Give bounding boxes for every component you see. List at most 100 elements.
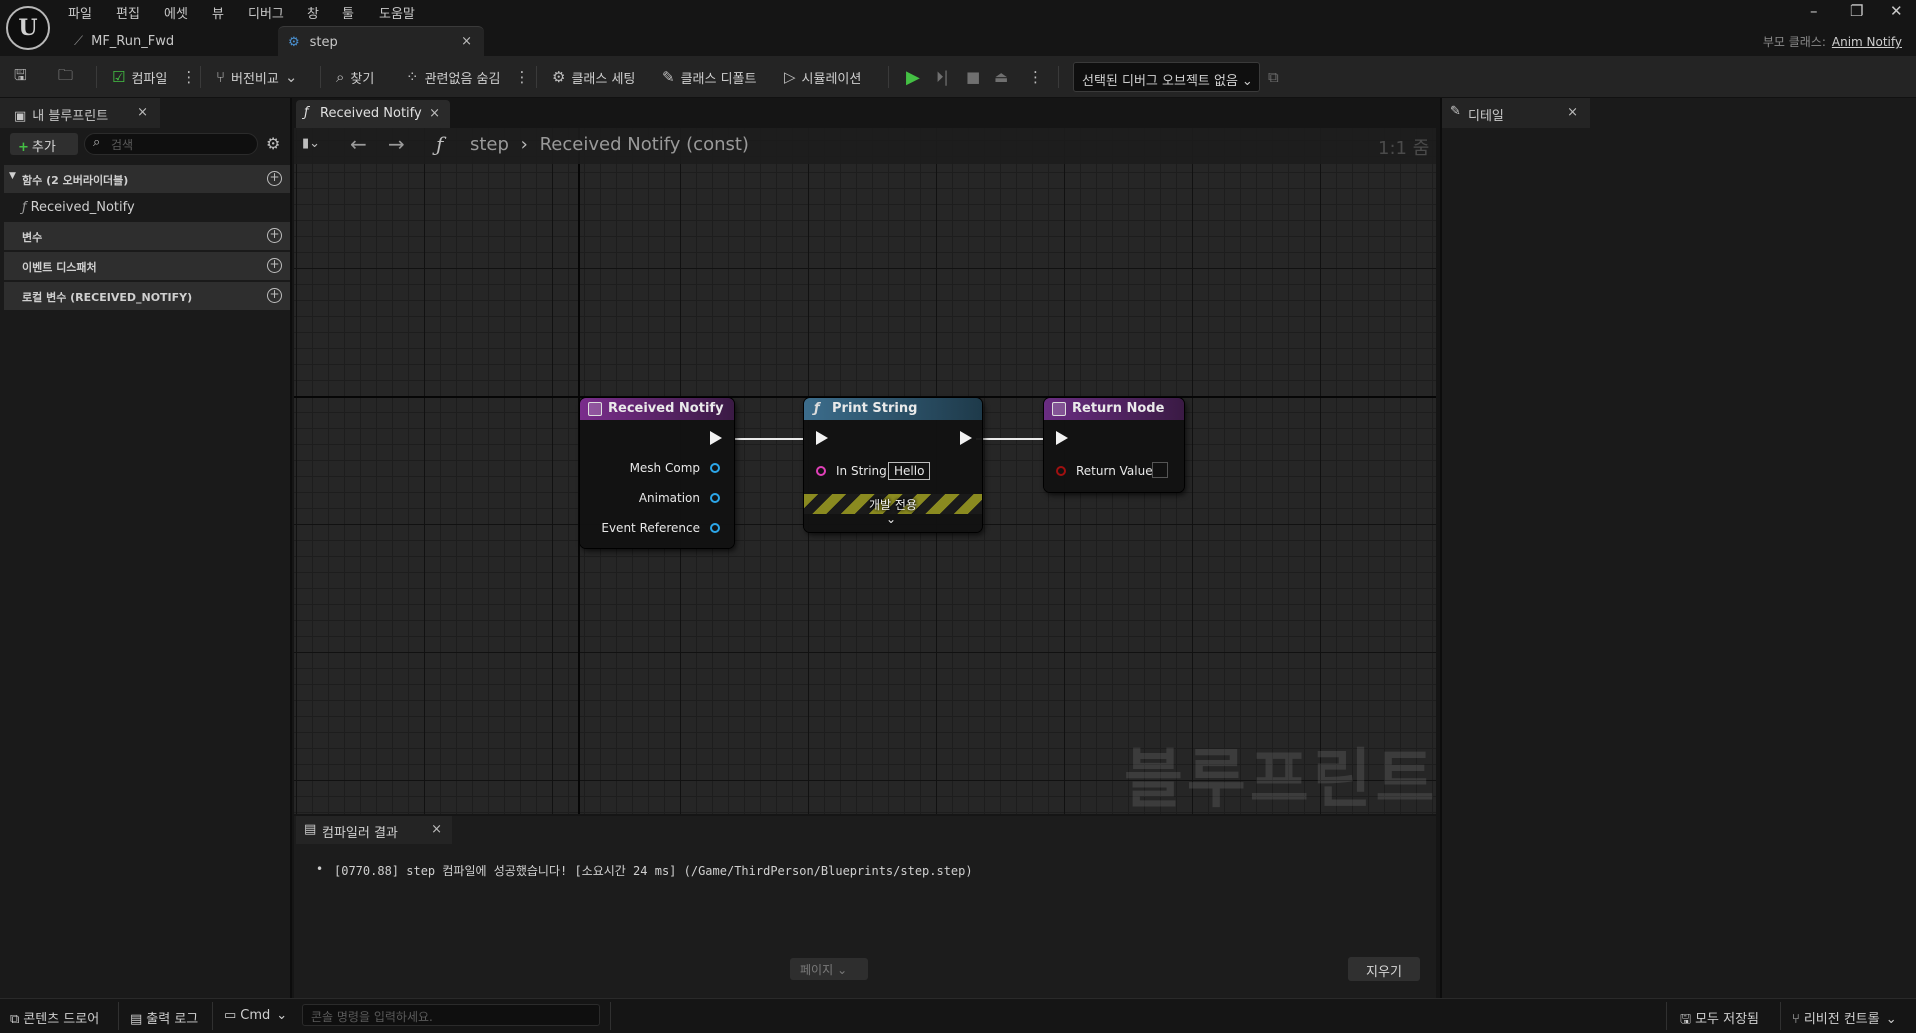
exec-out-pin[interactable] [960, 431, 972, 445]
close-icon[interactable]: × [431, 822, 442, 837]
class-settings-button[interactable]: ⚙ 클래스 세팅 [552, 66, 635, 88]
back-arrow-icon[interactable]: ← [350, 132, 367, 156]
menu-help[interactable]: 도움말 [379, 3, 415, 22]
content-drawer-button[interactable]: ⧉ 콘텐츠 드로어 [10, 1008, 99, 1027]
add-function-icon[interactable]: + [267, 171, 282, 186]
in-string-field[interactable]: Hello [888, 462, 931, 480]
parent-class-label: 부모 클래스: [1762, 35, 1826, 49]
output-log-button[interactable]: ▤ 출력 로그 [130, 1008, 198, 1027]
breadcrumb-root[interactable]: step [470, 134, 509, 155]
hide-unrelated-button[interactable]: ⁘ 관련없음 숨김 ⋮ [406, 66, 529, 88]
event-reference-pin[interactable] [710, 523, 720, 533]
revision-control-button[interactable]: ⑂ 리비전 컨트롤 ⌄ [1792, 1008, 1897, 1027]
tab-details[interactable]: ✎ 디테일 × [1442, 98, 1590, 128]
in-string-pin[interactable] [816, 466, 826, 476]
class-settings-label: 클래스 세팅 [571, 71, 636, 87]
menu-tools[interactable]: 툴 [342, 3, 354, 22]
section-variables[interactable]: 변수 + [4, 222, 290, 250]
tab-compiler-results[interactable]: ▤ 컴파일러 결과 × [296, 816, 452, 844]
bookmark-icon[interactable]: ▮⌄ [302, 136, 320, 151]
chevron-down-icon[interactable]: ⌄ [886, 512, 896, 526]
blueprint-watermark: 블루프린트 [1124, 743, 1439, 817]
return-value-checkbox[interactable] [1152, 462, 1168, 478]
gear-icon: ⚙ [552, 68, 566, 86]
search-input[interactable]: ⌕ 검색 [84, 133, 258, 155]
blueprint-icon: ⚙ [288, 35, 300, 50]
clear-button[interactable]: 지우기 [1348, 957, 1420, 981]
parent-class-link[interactable]: Anim Notify [1832, 35, 1902, 49]
node-header: ƒ Print String [804, 398, 982, 420]
section-event-dispatchers[interactable]: 이벤트 디스패처 + [4, 252, 290, 280]
settings-gear-icon[interactable]: ⚙ [266, 134, 280, 153]
function-icon: ƒ [304, 105, 309, 120]
debug-filter-icon: ⧉ [1268, 68, 1279, 86]
more-options-icon[interactable]: ⋮ [1028, 66, 1043, 88]
play-button[interactable]: ▶ [906, 66, 920, 88]
tab-received-notify[interactable]: ƒ Received Notify × [296, 100, 450, 128]
tab-label: MF_Run_Fwd [91, 34, 175, 49]
tab-label: 디테일 [1468, 109, 1504, 124]
find-button[interactable]: ⌕ 찾기 [336, 66, 374, 88]
node-print-string[interactable]: ƒ Print String In String Hello 개발 전용 ⌄ [804, 398, 982, 532]
hide-unrelated-icon: ⁘ [406, 68, 419, 86]
node-header: Return Node [1044, 398, 1184, 420]
menu-view[interactable]: 뷰 [212, 3, 224, 22]
save-all-button[interactable]: 🖫 모두 저장됨 [1680, 1008, 1759, 1032]
console-input[interactable]: 콘솔 명령을 입력하세요. [302, 1004, 600, 1026]
compile-button[interactable]: ☑ 컴파일 ⋮ [112, 66, 196, 88]
menu-file[interactable]: 파일 [68, 3, 92, 22]
add-button[interactable]: + 추가 [10, 133, 78, 155]
save-button[interactable]: 🖫 [14, 66, 27, 88]
animation-pin[interactable] [710, 493, 720, 503]
more-options-icon[interactable]: ⋮ [181, 68, 196, 86]
close-icon[interactable]: × [429, 106, 440, 121]
function-icon: ƒ [22, 200, 27, 215]
eject-button[interactable]: ⏏ [994, 66, 1008, 88]
node-received-notify[interactable]: Received Notify Mesh Comp Animation Even… [580, 398, 734, 548]
forward-arrow-icon[interactable]: → [388, 132, 405, 156]
divider [320, 66, 321, 88]
tab-mf-run-fwd[interactable]: ⟋ MF_Run_Fwd [64, 26, 274, 56]
console-icon: ▭ [224, 1008, 237, 1023]
exec-out-pin[interactable] [710, 431, 722, 445]
pin-label: Event Reference [601, 521, 700, 535]
menu-debug[interactable]: 디버그 [248, 3, 284, 22]
add-local-variable-icon[interactable]: + [267, 288, 282, 303]
minimize-button[interactable]: – [1810, 2, 1818, 20]
diff-button[interactable]: ⑂ 버전비교 ⌄ [216, 66, 297, 88]
exec-in-pin[interactable] [816, 431, 828, 445]
section-local-variables[interactable]: 로컬 변수 (RECEIVED_NOTIFY) + [4, 282, 290, 310]
close-window-button[interactable]: ✕ [1890, 2, 1903, 20]
add-variable-icon[interactable]: + [267, 228, 282, 243]
close-icon[interactable]: × [1567, 105, 1578, 120]
page-dropdown[interactable]: 페이지 ⌄ [790, 958, 868, 980]
debug-filter-button[interactable]: ⧉ [1268, 66, 1279, 88]
menu-window[interactable]: 창 [307, 3, 319, 22]
close-icon[interactable]: × [137, 105, 148, 120]
more-options-icon[interactable]: ⋮ [514, 68, 529, 86]
cmd-dropdown[interactable]: ▭ Cmd ⌄ [224, 1008, 287, 1023]
node-return[interactable]: Return Node Return Value [1044, 398, 1184, 492]
tab-my-blueprint[interactable]: ▣ 내 블루프린트 × [0, 98, 160, 128]
class-defaults-button[interactable]: ✎ 클래스 디폴트 [662, 66, 756, 88]
simulation-button[interactable]: ▷ 시뮬레이션 [784, 66, 861, 88]
debug-object-select[interactable]: 선택된 디버그 오브젝트 없음 ⌄ [1073, 62, 1260, 92]
return-value-pin[interactable] [1056, 466, 1066, 476]
mesh-comp-pin[interactable] [710, 463, 720, 473]
unreal-logo-icon[interactable]: U [6, 6, 50, 50]
browse-button[interactable]: 🗀 [58, 66, 73, 88]
tab-step[interactable]: ⚙ step × [278, 26, 484, 56]
my-blueprint-icon: ▣ [14, 109, 27, 124]
close-icon[interactable]: × [461, 34, 472, 49]
section-functions[interactable]: ▼ 함수 (2 오버라이더블) + [4, 165, 290, 193]
function-item-received-notify[interactable]: ƒ Received_Notify [22, 200, 135, 215]
breadcrumb-current: Received Notify (const) [539, 134, 749, 155]
step-button[interactable]: ⏵| [936, 66, 949, 88]
output-log-icon: ▤ [130, 1012, 143, 1027]
restore-button[interactable]: ❐ [1850, 2, 1863, 20]
exec-in-pin[interactable] [1056, 431, 1068, 445]
add-dispatcher-icon[interactable]: + [267, 258, 282, 273]
menu-edit[interactable]: 편집 [116, 3, 140, 22]
menu-asset[interactable]: 에셋 [164, 3, 188, 22]
stop-button[interactable]: ■ [966, 66, 980, 88]
